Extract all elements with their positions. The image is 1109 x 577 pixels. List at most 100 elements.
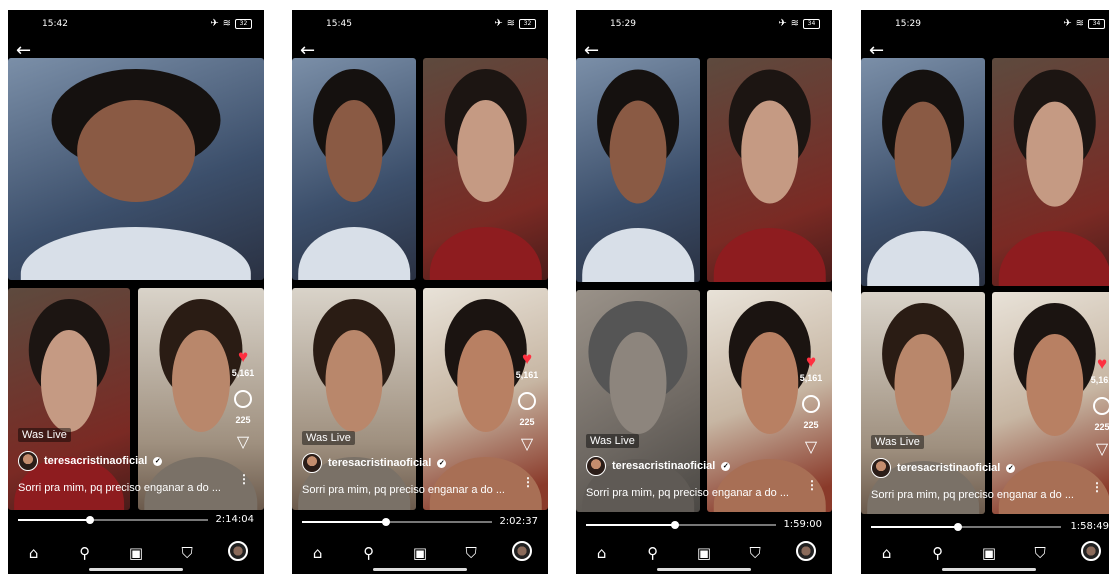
video-tile-guest-1[interactable] xyxy=(8,288,130,510)
search-icon[interactable]: ⚲ xyxy=(72,544,98,562)
video-tile-host[interactable] xyxy=(576,58,700,282)
comment-count: 225 xyxy=(519,417,535,427)
video-tile-guest-2[interactable] xyxy=(861,292,985,514)
avatar[interactable] xyxy=(302,453,322,473)
progress-handle[interactable] xyxy=(381,518,390,526)
progress-bar[interactable] xyxy=(871,523,1061,531)
wifi-icon: ≋ xyxy=(506,18,515,29)
home-icon[interactable]: ⌂ xyxy=(21,544,47,562)
avatar[interactable] xyxy=(871,458,891,478)
action-column: ♥ 5,161 225 ▽ xyxy=(510,350,544,453)
battery-icon: 34 xyxy=(1088,18,1105,29)
video-tile-guest-1[interactable] xyxy=(423,58,548,280)
avatar[interactable] xyxy=(586,456,606,476)
progress-bar[interactable] xyxy=(18,516,208,524)
profile-icon[interactable] xyxy=(509,541,535,565)
caption[interactable]: Sorri pra mim, pq preciso enganar a do .… xyxy=(302,484,505,496)
home-icon[interactable]: ⌂ xyxy=(589,544,615,562)
more-icon[interactable]: ⋮ xyxy=(238,472,250,486)
progress-handle[interactable] xyxy=(671,521,680,529)
comment-count: 225 xyxy=(1094,422,1109,432)
airplane-icon: ✈ xyxy=(494,18,503,29)
more-icon[interactable]: ⋮ xyxy=(1091,480,1103,494)
video-tile-guest-1[interactable] xyxy=(992,58,1109,286)
airplane-icon: ✈ xyxy=(210,18,219,29)
username[interactable]: teresacristinaoficial xyxy=(897,462,1000,474)
video-tile-guest-1[interactable] xyxy=(707,58,832,282)
reels-icon[interactable]: ▣ xyxy=(691,544,717,562)
bottom-nav: ⌂ ⚲ ▣ ⛉ xyxy=(8,540,264,566)
home-icon[interactable]: ⌂ xyxy=(305,544,331,562)
more-icon[interactable]: ⋮ xyxy=(806,478,818,492)
caption[interactable]: Sorri pra mim, pq preciso enganar a do .… xyxy=(586,487,789,499)
search-icon[interactable]: ⚲ xyxy=(640,544,666,562)
more-icon[interactable]: ⋮ xyxy=(522,475,534,489)
home-indicator xyxy=(657,568,751,571)
shop-icon[interactable]: ⛉ xyxy=(742,544,768,562)
phone-screen-1: 15:42 ✈ ≋ 32 ← ♥ 5,161 225 ▽ Was Live te… xyxy=(8,10,264,574)
shop-icon[interactable]: ⛉ xyxy=(458,544,484,562)
phone-screen-2: 15:45 ✈ ≋ 32 ← ♥ 5,161 225 ▽ Was Live te… xyxy=(292,10,548,574)
wifi-icon: ≋ xyxy=(222,18,231,29)
user-row[interactable]: teresacristinaoficial ✓ xyxy=(871,458,1016,478)
username[interactable]: teresacristinaoficial xyxy=(328,457,431,469)
video-tile-guest-2[interactable] xyxy=(292,288,416,510)
user-row[interactable]: teresacristinaoficial ✓ xyxy=(18,451,163,471)
phone-screen-3: 15:29 ✈ ≋ 34 ← ♥ 5,161 225 ▽ Was Live te… xyxy=(576,10,832,574)
profile-icon[interactable] xyxy=(793,541,819,565)
send-icon[interactable]: ▽ xyxy=(1085,442,1109,458)
like-count: 5,161 xyxy=(799,373,823,383)
heart-icon[interactable]: ♥ xyxy=(510,350,544,368)
duration: 1:58:49 xyxy=(1070,521,1109,532)
shop-icon[interactable]: ⛉ xyxy=(174,544,200,562)
username[interactable]: teresacristinaoficial xyxy=(44,455,147,467)
was-live-badge: Was Live xyxy=(586,434,639,448)
reels-icon[interactable]: ▣ xyxy=(407,544,433,562)
action-column: ♥ 5,161 225 ▽ xyxy=(1085,355,1109,458)
progress-bar[interactable] xyxy=(302,518,492,526)
verified-badge-icon: ✓ xyxy=(1006,463,1016,473)
bottom-nav: ⌂ ⚲ ▣ ⛉ xyxy=(861,540,1109,566)
status-time: 15:45 xyxy=(326,19,352,29)
heart-icon[interactable]: ♥ xyxy=(794,353,828,371)
progress-fill xyxy=(302,521,386,523)
video-tile-host[interactable] xyxy=(292,58,416,280)
like-count: 5,161 xyxy=(515,370,539,380)
caption[interactable]: Sorri pra mim, pq preciso enganar a do .… xyxy=(871,489,1074,501)
was-live-badge: Was Live xyxy=(18,428,71,442)
profile-icon[interactable] xyxy=(225,541,251,565)
reels-icon[interactable]: ▣ xyxy=(123,544,149,562)
progress-handle[interactable] xyxy=(86,516,95,524)
like-count: 5,161 xyxy=(231,368,255,378)
send-icon[interactable]: ▽ xyxy=(794,440,828,456)
comment-icon[interactable] xyxy=(234,390,252,408)
user-row[interactable]: teresacristinaoficial ✓ xyxy=(586,456,731,476)
status-bar: 15:29 ✈ ≋ 34 xyxy=(861,18,1109,32)
airplane-icon: ✈ xyxy=(778,18,787,29)
video-tile-guest-2[interactable] xyxy=(576,290,700,512)
home-icon[interactable]: ⌂ xyxy=(874,544,900,562)
search-icon[interactable]: ⚲ xyxy=(925,544,951,562)
username[interactable]: teresacristinaoficial xyxy=(612,460,715,472)
send-icon[interactable]: ▽ xyxy=(510,437,544,453)
status-time: 15:29 xyxy=(610,19,636,29)
reels-icon[interactable]: ▣ xyxy=(976,544,1002,562)
comment-icon[interactable] xyxy=(1093,397,1109,415)
heart-icon[interactable]: ♥ xyxy=(1085,355,1109,373)
progress-handle[interactable] xyxy=(954,523,963,531)
heart-icon[interactable]: ♥ xyxy=(226,348,260,366)
send-icon[interactable]: ▽ xyxy=(226,435,260,451)
search-icon[interactable]: ⚲ xyxy=(356,544,382,562)
progress-bar[interactable] xyxy=(586,521,776,529)
video-tile-host[interactable] xyxy=(861,58,985,286)
video-tile-host[interactable] xyxy=(8,58,264,280)
caption[interactable]: Sorri pra mim, pq preciso enganar a do .… xyxy=(18,482,221,494)
user-row[interactable]: teresacristinaoficial ✓ xyxy=(302,453,447,473)
comment-icon[interactable] xyxy=(518,392,536,410)
status-bar: 15:29 ✈ ≋ 34 xyxy=(576,18,832,32)
comment-count: 225 xyxy=(235,415,251,425)
profile-icon[interactable] xyxy=(1078,541,1104,565)
avatar[interactable] xyxy=(18,451,38,471)
shop-icon[interactable]: ⛉ xyxy=(1027,544,1053,562)
comment-icon[interactable] xyxy=(802,395,820,413)
